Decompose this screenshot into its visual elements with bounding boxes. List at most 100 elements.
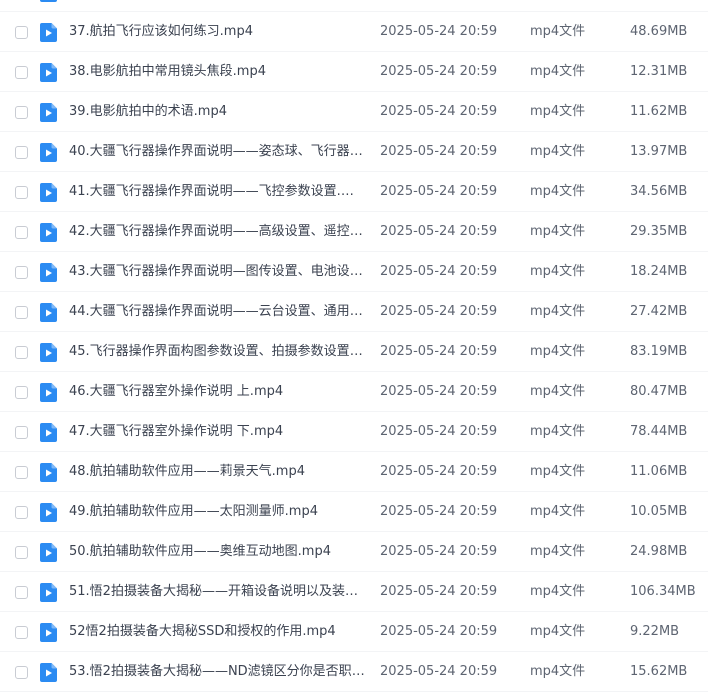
file-size: 80.47MB: [630, 384, 688, 399]
file-type: mp4文件: [530, 144, 586, 159]
modified-date: 2025-05-24 20:59: [380, 424, 498, 439]
row-checkbox[interactable]: [15, 386, 28, 399]
file-row[interactable]: 50.航拍辅助软件应用——奥维互动地图.mp4 2025-05-24 20:59 m…: [0, 532, 708, 572]
video-file-icon: [40, 583, 57, 602]
file-size: 34.56MB: [630, 184, 688, 199]
modified-date: 2025-05-24 20:59: [380, 24, 498, 39]
video-file-icon: [40, 183, 57, 202]
file-type: mp4文件: [530, 584, 586, 599]
row-checkbox[interactable]: [15, 266, 28, 279]
row-checkbox[interactable]: [15, 306, 28, 319]
video-file-icon: [40, 343, 57, 362]
row-checkbox[interactable]: [15, 26, 28, 39]
row-checkbox[interactable]: [15, 586, 28, 599]
modified-date: 2025-05-24 20:59: [380, 624, 498, 639]
file-row[interactable]: 49.航拍辅助软件应用——太阳测量师.mp4 2025-05-24 20:59 mp…: [0, 492, 708, 532]
modified-date: 2025-05-24 20:59: [380, 184, 498, 199]
file-name[interactable]: 47.大疆飞行器室外操作说明 下.mp4: [69, 412, 365, 452]
row-checkbox[interactable]: [15, 186, 28, 199]
video-file-icon: [40, 263, 57, 282]
row-checkbox[interactable]: [15, 546, 28, 559]
modified-date: 2025-05-24 20:59: [380, 464, 498, 479]
file-name[interactable]: 48.航拍辅助软件应用——莉景天气.mp4: [69, 452, 365, 492]
row-checkbox[interactable]: [15, 346, 28, 359]
file-name[interactable]: 38.电影航拍中常用镜头焦段.mp4: [69, 52, 365, 92]
file-type: mp4文件: [530, 304, 586, 319]
video-file-icon: [40, 23, 57, 42]
file-row[interactable]: 53.悟2拍摄装备大揭秘——ND滤镜区分你是否职业.... 2025-05-24 …: [0, 652, 708, 692]
file-type: mp4文件: [530, 184, 586, 199]
modified-date: 2025-05-24 20:59: [380, 504, 498, 519]
file-row[interactable]: 48.航拍辅助软件应用——莉景天气.mp4 2025-05-24 20:59 mp4…: [0, 452, 708, 492]
file-name[interactable]: 49.航拍辅助软件应用——太阳测量师.mp4: [69, 492, 365, 532]
file-name[interactable]: 50.航拍辅助软件应用——奥维互动地图.mp4: [69, 532, 365, 572]
file-row[interactable]: 38.电影航拍中常用镜头焦段.mp4 2025-05-24 20:59 mp4文件 1…: [0, 52, 708, 92]
file-row[interactable]: 40.大疆飞行器操作界面说明——姿态球、飞行器状态... 2025-05-24 2…: [0, 132, 708, 172]
video-file-icon: [40, 63, 57, 82]
file-row[interactable]: 42.大疆飞行器操作界面说明——高级设置、遥控器功... 2025-05-24 2…: [0, 212, 708, 252]
file-type: mp4文件: [530, 384, 586, 399]
file-row[interactable]: 45.飞行器操作界面构图参数设置、拍摄参数设置.mp4 2025-05-24 20…: [0, 332, 708, 372]
row-checkbox[interactable]: [15, 466, 28, 479]
file-row[interactable]: 43.大疆飞行器操作界面说明—图传设置、电池设置.m... 2025-05-24 …: [0, 252, 708, 292]
file-size: 83.19MB: [630, 344, 688, 359]
file-size: 48.69MB: [630, 24, 688, 39]
row-checkbox[interactable]: [15, 66, 28, 79]
row-checkbox[interactable]: [15, 626, 28, 639]
file-name[interactable]: 46.大疆飞行器室外操作说明 上.mp4: [69, 372, 365, 412]
row-checkbox[interactable]: [15, 426, 28, 439]
file-name[interactable]: 42.大疆飞行器操作界面说明——高级设置、遥控器功...: [69, 212, 365, 252]
file-row[interactable]: 47.大疆飞行器室外操作说明 下.mp4 2025-05-24 20:59 mp4文…: [0, 412, 708, 452]
file-type: mp4文件: [530, 224, 586, 239]
file-size: 106.34MB: [630, 584, 696, 599]
video-file-icon: [40, 383, 57, 402]
row-checkbox[interactable]: [15, 506, 28, 519]
file-name[interactable]: 41.大疆飞行器操作界面说明——飞控参数设置.mp4: [69, 172, 365, 212]
file-type: mp4文件: [530, 104, 586, 119]
file-type: mp4文件: [530, 344, 586, 359]
file-type: mp4文件: [530, 64, 586, 79]
file-size: 78.44MB: [630, 424, 688, 439]
file-size: 10.05MB: [630, 504, 688, 519]
file-row[interactable]: [0, 0, 708, 12]
file-type: mp4文件: [530, 464, 586, 479]
modified-date: 2025-05-24 20:59: [380, 264, 498, 279]
file-name[interactable]: 45.飞行器操作界面构图参数设置、拍摄参数设置.mp4: [69, 332, 365, 372]
file-name[interactable]: 51.悟2拍摄装备大揭秘——开箱设备说明以及装机.m...: [69, 572, 365, 612]
modified-date: 2025-05-24 20:59: [380, 584, 498, 599]
file-size: 24.98MB: [630, 544, 688, 559]
modified-date: 2025-05-24 20:59: [380, 344, 498, 359]
file-row[interactable]: 52悟2拍摄装备大揭秘SSD和授权的作用.mp4 2025-05-24 20:59…: [0, 612, 708, 652]
file-name[interactable]: 43.大疆飞行器操作界面说明—图传设置、电池设置.m...: [69, 252, 365, 292]
file-row[interactable]: 46.大疆飞行器室外操作说明 上.mp4 2025-05-24 20:59 mp4文…: [0, 372, 708, 412]
row-checkbox[interactable]: [15, 666, 28, 679]
file-type: mp4文件: [530, 24, 586, 39]
file-row[interactable]: 44.大疆飞行器操作界面说明——云台设置、通用设置... 2025-05-24 2…: [0, 292, 708, 332]
file-type: mp4文件: [530, 544, 586, 559]
row-checkbox[interactable]: [15, 226, 28, 239]
file-name[interactable]: 40.大疆飞行器操作界面说明——姿态球、飞行器状态...: [69, 132, 365, 172]
video-file-icon: [40, 0, 57, 2]
file-row[interactable]: 39.电影航拍中的术语.mp4 2025-05-24 20:59 mp4文件 11.6…: [0, 92, 708, 132]
video-file-icon: [40, 423, 57, 442]
file-row[interactable]: 37.航拍飞行应该如何练习.mp4 2025-05-24 20:59 mp4文件 48…: [0, 12, 708, 52]
file-row[interactable]: 41.大疆飞行器操作界面说明——飞控参数设置.mp4 2025-05-24 20:…: [0, 172, 708, 212]
file-size: 11.62MB: [630, 104, 688, 119]
file-size: 27.42MB: [630, 304, 688, 319]
file-type: mp4文件: [530, 264, 586, 279]
modified-date: 2025-05-24 20:59: [380, 304, 498, 319]
file-type: mp4文件: [530, 624, 586, 639]
video-file-icon: [40, 463, 57, 482]
modified-date: 2025-05-24 20:59: [380, 144, 498, 159]
file-name[interactable]: 52悟2拍摄装备大揭秘SSD和授权的作用.mp4: [69, 612, 365, 652]
video-file-icon: [40, 303, 57, 322]
row-checkbox[interactable]: [15, 106, 28, 119]
file-name[interactable]: 44.大疆飞行器操作界面说明——云台设置、通用设置...: [69, 292, 365, 332]
file-name[interactable]: 39.电影航拍中的术语.mp4: [69, 92, 365, 132]
row-checkbox[interactable]: [15, 146, 28, 159]
file-name[interactable]: 37.航拍飞行应该如何练习.mp4: [69, 12, 365, 52]
file-row[interactable]: 51.悟2拍摄装备大揭秘——开箱设备说明以及装机.m... 2025-05-24 …: [0, 572, 708, 612]
video-file-icon: [40, 143, 57, 162]
file-name[interactable]: 53.悟2拍摄装备大揭秘——ND滤镜区分你是否职业....: [69, 652, 365, 692]
file-size: 9.22MB: [630, 624, 680, 639]
